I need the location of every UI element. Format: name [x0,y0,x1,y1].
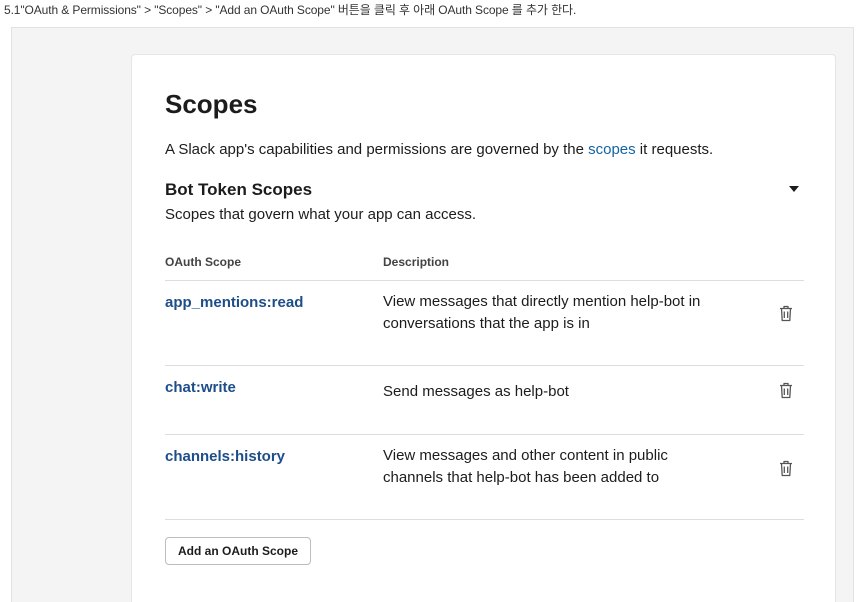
bot-token-scopes-title: Bot Token Scopes [165,180,313,199]
trash-icon[interactable] [776,379,796,401]
scopes-card: Scopes A Slack app's capabilities and pe… [131,54,836,602]
table-divider [165,365,804,366]
column-header-oauth-scope: OAuth Scope [165,255,242,269]
column-header-description: Description [383,255,450,269]
trash-icon[interactable] [776,457,796,479]
add-oauth-scope-button[interactable]: Add an OAuth Scope [165,537,311,565]
scopes-title: Scopes [165,89,258,119]
scopes-intro-text-after: it requests. [635,141,714,158]
scopes-intro-text-before: A Slack app's capabilities and permissio… [165,141,589,158]
table-divider [165,519,804,520]
caret-down-icon[interactable] [784,179,804,199]
bot-token-scopes-subtitle: Scopes that govern what your app can acc… [165,206,477,223]
instruction-caption: 5.1"OAuth & Permissions" > "Scopes" > "A… [4,3,577,17]
table-divider [165,434,804,435]
scope-description-app-mentions-read: View messages that directly mention help… [383,293,701,332]
trash-icon[interactable] [776,302,796,324]
scope-name-app-mentions-read[interactable]: app_mentions:read [165,294,303,311]
scope-description-channels-history: View messages and other content in publi… [383,447,668,486]
scope-description-chat-write: Send messages as help-bot [383,383,569,400]
scopes-intro: A Slack app's capabilities and permissio… [165,141,713,158]
scopes-link[interactable]: scopes [588,141,636,158]
table-divider [165,280,804,281]
scope-name-chat-write[interactable]: chat:write [165,379,236,396]
scope-name-channels-history[interactable]: channels:history [165,448,285,465]
